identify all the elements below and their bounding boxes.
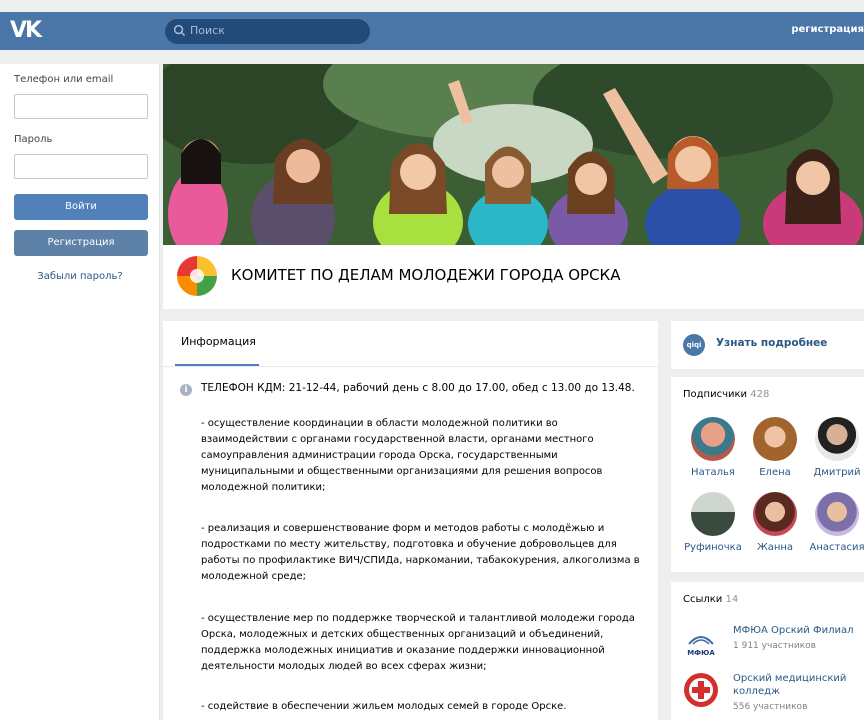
subscriber-item[interactable]: Жанна: [744, 492, 806, 553]
group-header: КОМИТЕТ ПО ДЕЛАМ МОЛОДЕЖИ ГОРОДА ОРСКА: [163, 64, 864, 309]
subscriber-name: Анастасия: [809, 542, 864, 553]
phone-email-field[interactable]: [14, 94, 148, 119]
subscribers-card: Подписчики 428 Наталья Елена Дмитрий Руф…: [671, 377, 864, 572]
subscriber-name: Руфиночка: [684, 542, 742, 553]
links-count: 14: [725, 594, 739, 605]
search-icon: [173, 24, 186, 37]
subscriber-item[interactable]: Анастасия: [806, 492, 864, 553]
subscribers-header[interactable]: Подписчики 428: [683, 389, 769, 400]
subscriber-item[interactable]: Руфиночка: [682, 492, 744, 553]
password-label: Пароль: [14, 134, 53, 145]
subscriber-item[interactable]: Елена: [744, 417, 806, 478]
subscribers-title: Подписчики: [683, 389, 748, 400]
description-paragraph: - содействие в обеспечении жильем молоды…: [201, 701, 567, 712]
description-paragraph: - осуществление координации в области мо…: [201, 418, 603, 493]
group-title: КОМИТЕТ ПО ДЕЛАМ МОЛОДЕЖИ ГОРОДА ОРСКА: [231, 266, 621, 284]
divider: [163, 366, 658, 367]
group-logo-icon: [177, 256, 217, 296]
subscriber-name: Елена: [759, 467, 791, 478]
info-icon: i: [180, 384, 192, 396]
info-card: Информация i ТЕЛЕФОН КДМ: 21-12-44, рабо…: [163, 321, 658, 720]
subscriber-name: Наталья: [691, 467, 735, 478]
login-button[interactable]: Войти: [14, 194, 148, 220]
phone-label: Телефон или email: [14, 74, 114, 85]
link-title[interactable]: Орский медицинский колледж: [733, 672, 863, 698]
medical-college-logo-icon: +: [683, 672, 719, 708]
link-item[interactable]: МФЮА МФЮА Орский Филиал 1 911 участников: [683, 624, 863, 660]
forgot-password-link[interactable]: Забыли пароль?: [0, 271, 160, 282]
learn-more-card[interactable]: qiqi Узнать подробнее: [671, 321, 864, 369]
vk-logo[interactable]: VK: [10, 18, 42, 43]
subscriber-name: Дмитрий: [813, 467, 861, 478]
link-members: 556 участников: [733, 702, 808, 712]
search-placeholder: Поиск: [190, 24, 225, 37]
password-field[interactable]: [14, 154, 148, 179]
links-title: Ссылки: [683, 594, 723, 605]
subscriber-name: Жанна: [756, 542, 794, 553]
register-link[interactable]: регистрация: [791, 24, 864, 35]
cover-illustration: [163, 64, 864, 245]
qiqi-app-icon: qiqi: [683, 334, 705, 356]
subscriber-item[interactable]: Дмитрий: [806, 417, 864, 478]
learn-more-link[interactable]: Узнать подробнее: [716, 337, 827, 349]
phone-info-text: ТЕЛЕФОН КДМ: 21-12-44, рабочий день с 8.…: [201, 382, 635, 394]
link-item[interactable]: + Орский медицинский колледж 556 участни…: [683, 672, 863, 718]
avatar: [815, 492, 859, 536]
mfua-logo-icon: МФЮА: [683, 624, 719, 660]
search-input[interactable]: Поиск: [165, 19, 370, 44]
avatar: [753, 492, 797, 536]
cover-photo: [163, 64, 864, 245]
tab-information[interactable]: Информация: [181, 335, 256, 348]
link-title[interactable]: МФЮА Орский Филиал: [733, 624, 863, 637]
avatar: [815, 417, 859, 461]
link-members: 1 911 участников: [733, 641, 816, 651]
top-navigation-bar: VK Поиск регистрация: [0, 12, 864, 50]
description-paragraph: - реализация и совершенствование форм и …: [201, 523, 640, 582]
avatar: [691, 417, 735, 461]
avatar: [753, 417, 797, 461]
description-paragraph: - осуществление мер по поддержке творчес…: [201, 613, 635, 672]
subscribers-count: 428: [750, 389, 770, 400]
links-card: Ссылки 14 МФЮА МФЮА Орский Филиал 1 911 …: [671, 582, 864, 720]
group-avatar[interactable]: [177, 256, 217, 296]
register-button[interactable]: Регистрация: [14, 230, 148, 256]
links-header[interactable]: Ссылки 14: [683, 594, 738, 605]
avatar: [691, 492, 735, 536]
subscriber-item[interactable]: Наталья: [682, 417, 744, 478]
mfua-logo-text: МФЮА: [687, 649, 715, 657]
login-panel: Телефон или email Пароль Войти Регистрац…: [0, 64, 160, 720]
